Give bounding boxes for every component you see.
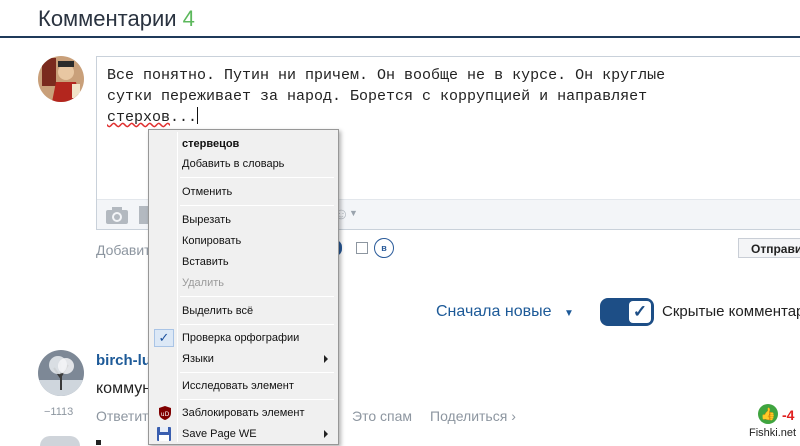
menu-separator (180, 399, 334, 400)
share-link[interactable]: Поделиться › (430, 408, 516, 424)
next-comment-marker (96, 440, 101, 445)
vk-icon: в (374, 238, 394, 258)
check-icon: ✓ (154, 329, 174, 347)
hidden-comments-label: Скрытые комментарии (662, 303, 800, 320)
chevron-down-icon[interactable]: ▼ (349, 208, 358, 218)
sort-dropdown[interactable]: Сначала новые (436, 303, 551, 321)
thumbs-up-icon[interactable]: 👍 (758, 404, 778, 424)
context-menu: стервецов Добавить в словарь Отменить Вы… (148, 129, 339, 445)
menu-item-cut[interactable]: Вырезать (151, 210, 336, 230)
menu-item-save-page[interactable]: Save Page WE (151, 424, 336, 444)
comment-username[interactable]: birch-lu (96, 352, 151, 369)
text-caret (197, 107, 199, 124)
menu-item-delete: Удалить (182, 277, 224, 289)
menu-item-block-element[interactable]: uD Заблокировать элемент (151, 403, 336, 423)
menu-item-suggestion[interactable]: стервецов (151, 134, 336, 154)
submenu-arrow-icon (324, 355, 328, 363)
menu-separator (180, 205, 334, 206)
submenu-arrow-icon (324, 430, 328, 438)
ublock-icon: uD (157, 405, 173, 424)
commenter-avatar[interactable] (38, 350, 84, 396)
comment-text: коммун (96, 380, 152, 397)
misspelled-word[interactable]: стерхов (107, 109, 170, 126)
menu-item-paste[interactable]: Вставить (151, 252, 336, 272)
menu-item-languages[interactable]: Языки (151, 349, 336, 369)
menu-item-copy[interactable]: Копировать (151, 231, 336, 251)
menu-separator (180, 296, 334, 297)
send-button[interactable]: Отправить (738, 238, 800, 258)
next-commenter-avatar[interactable] (40, 436, 80, 446)
spam-link[interactable]: Это спам (352, 408, 412, 424)
menu-item-inspect[interactable]: Исследовать элемент (151, 376, 336, 396)
avatar (38, 56, 84, 102)
caret-down-icon[interactable]: ▼ (564, 308, 574, 319)
menu-item-undo[interactable]: Отменить (151, 182, 336, 202)
share-vk-checkbox[interactable] (356, 242, 368, 254)
editor-text[interactable]: Все понятно. Путин ни причем. Он вообще … (107, 65, 787, 128)
menu-item-spellcheck[interactable]: ✓ Проверка орфографии (151, 328, 336, 348)
menu-separator (180, 372, 334, 373)
check-icon: ✓ (629, 301, 651, 323)
user-rating: −1113 (44, 406, 74, 418)
svg-text:uD: uD (161, 411, 170, 418)
menu-item-select-all[interactable]: Выделить всё (151, 301, 336, 321)
hidden-comments-toggle[interactable]: ✓ (600, 298, 654, 326)
menu-separator (180, 324, 334, 325)
reply-link[interactable]: Ответить (96, 408, 156, 424)
menu-separator (180, 177, 334, 178)
comments-count: 4 (182, 6, 195, 31)
camera-icon[interactable] (105, 205, 129, 230)
watermark: Fishki.net (747, 426, 799, 440)
floppy-disk-icon (156, 426, 172, 445)
comments-header: Комментарии 4 (0, 0, 800, 38)
menu-item-add-to-dictionary[interactable]: Добавить в словарь (151, 154, 336, 174)
page-title: Комментарии 4 (38, 6, 195, 31)
comment-score: -4 (782, 407, 795, 423)
